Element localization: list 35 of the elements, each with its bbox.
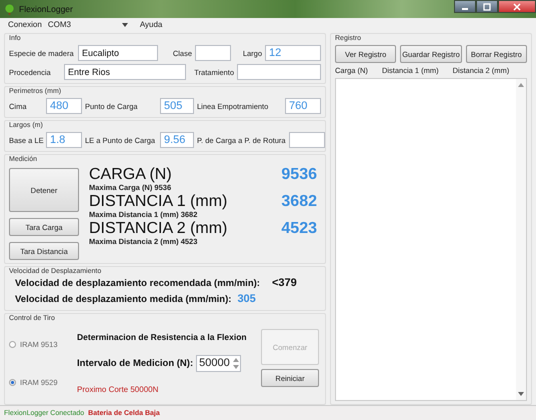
reading-value: 9536	[281, 166, 317, 183]
scroll-up-icon[interactable]	[518, 83, 524, 87]
reading-title: DISTANCIA 2 (mm)	[89, 220, 228, 237]
input-field[interactable]	[195, 45, 231, 61]
close-icon	[512, 2, 522, 10]
minimize-button[interactable]	[454, 0, 476, 13]
next-cut-text: Proximo Corte 50000N	[77, 385, 160, 394]
interval-label: Intervalo de Medicion (N):	[77, 358, 194, 369]
speed-label: Velocidad de desplazamiento recomendada (mm/min):	[15, 278, 260, 289]
reading-value: 3682	[281, 193, 317, 210]
reading-title: DISTANCIA 1 (mm)	[89, 193, 228, 210]
input-field[interactable]: Entre Rios	[64, 64, 186, 80]
reading-value: 4523	[281, 220, 317, 237]
maximize-icon	[482, 2, 492, 10]
reading-title: CARGA (N)	[89, 166, 172, 183]
scrollbar[interactable]	[516, 79, 526, 400]
close-button[interactable]	[498, 0, 536, 13]
connection-label: Conexion	[8, 20, 42, 29]
speed-value: 305	[237, 293, 256, 305]
spin-down-icon[interactable]	[232, 364, 239, 369]
caret-icon	[122, 22, 128, 26]
speed-label: Velocidad de desplazamiento medida (mm/min):	[15, 294, 232, 305]
scroll-down-icon[interactable]	[518, 392, 524, 396]
input-field[interactable]	[237, 64, 321, 80]
tree-icon	[4, 4, 15, 14]
input-field[interactable]: Eucalipto	[78, 45, 158, 61]
speed-value: <379	[272, 277, 297, 289]
help-menu[interactable]: Ayuda	[140, 20, 162, 29]
maximize-button[interactable]	[476, 0, 498, 13]
interval-spinner[interactable]: 50000	[196, 354, 241, 372]
window-title: FlexionLogger	[19, 4, 73, 14]
port-dropdown[interactable]: COM3	[48, 20, 132, 29]
input-field[interactable]	[288, 132, 325, 148]
spin-up-icon[interactable]	[232, 358, 239, 363]
test-heading: Determinacion de Resistencia a la Flexion	[77, 332, 248, 342]
